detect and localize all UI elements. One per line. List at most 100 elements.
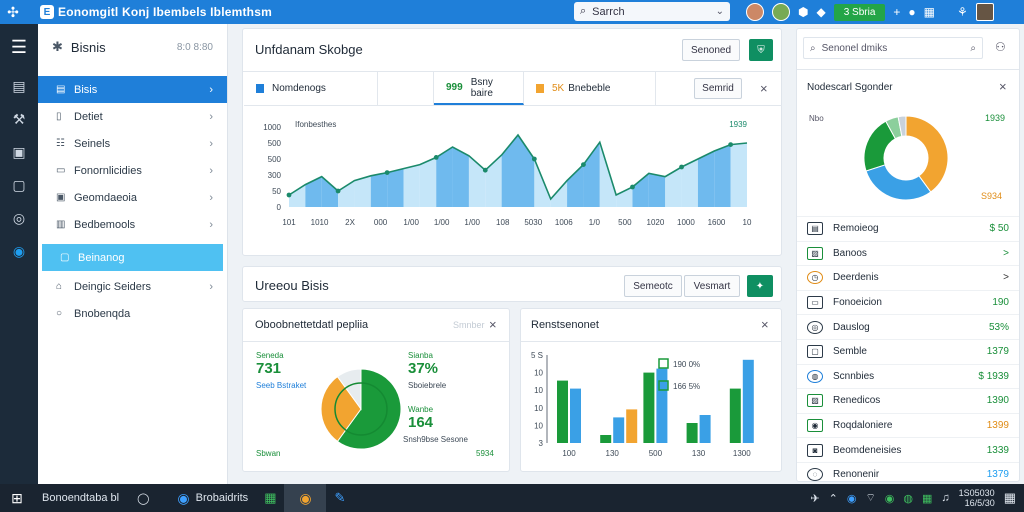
close-icon[interactable]: × [999,79,1007,94]
list-item[interactable]: ◌ Renonenir 1379 [797,461,1019,487]
area-segment [730,143,747,207]
user-share-icon[interactable]: ⚇ [995,40,1006,54]
magnifier-icon[interactable]: ⌕ [970,43,976,54]
avatar-secondary[interactable] [772,3,790,21]
stat3-label: Wanbe [408,405,434,414]
tab-bnebeble[interactable]: 5K Bnebeble [524,72,656,105]
windows-start-icon[interactable]: ⊞ [0,490,34,507]
list-item[interactable]: ▨ Renedicos 1390 [797,388,1019,413]
sidebar-item-label: Bisis [74,83,98,96]
document-icon[interactable]: ▣ [12,143,25,162]
chat-icon[interactable]: ◆ [816,5,825,19]
taskbar-app-1[interactable]: ◉ Brobaidrits [169,484,256,512]
top-search-value: Sarrch [592,5,625,18]
clipboard-icon[interactable]: ▢ [12,176,25,195]
list-item[interactable]: ◎ Dauslog 53% [797,314,1019,339]
avatar[interactable] [746,3,764,21]
list-item[interactable]: ◷ Deerdenis > [797,265,1019,290]
list-item[interactable]: ▨ Banoos > [797,240,1019,266]
profile-avatar[interactable] [975,3,994,21]
tab-bsny-baire[interactable]: 999 Bsny baire [434,72,524,105]
record-icon[interactable]: ● [908,5,915,19]
sidebar-item-fonornlicidies[interactable]: ▭ Fonornlicidies › [38,157,227,184]
network-icon[interactable]: ◉ [847,492,857,505]
senoned-button[interactable]: Senoned [682,39,740,61]
sidebar-item-seinels[interactable]: ☷ Seinels › [38,130,227,157]
right-panel-title: Nodescarl Sgonder [807,82,893,93]
chevron-right-icon: › [209,280,213,293]
plane-icon[interactable]: ✈ [810,492,819,505]
y-tick-label: 1000 [263,123,281,132]
list-item-label: Fonoeicion [833,297,882,309]
puzzle-icon[interactable]: ⬢ [798,5,808,19]
star-button[interactable]: ✦ [747,275,773,297]
bar [600,435,612,443]
list-item[interactable]: ◙ Beomdeneisies 1339 [797,437,1019,462]
list-item[interactable]: ◉ Roqdaloniere 1399 [797,412,1019,438]
sidebar-item-bedbemools[interactable]: ▥ Bedbemools › [38,211,227,238]
close-icon[interactable]: × [489,317,497,332]
globe-icon[interactable]: ◎ [13,209,25,228]
sidebar-item-geomdaeoia[interactable]: ▣ Geomdaeoia › [38,184,227,211]
list-item[interactable]: ◍ Scnnbies $ 1939 [797,363,1019,389]
shield-button[interactable]: ⛨ [749,39,773,61]
grid-tray-icon[interactable]: ▦ [1004,490,1016,506]
sidebar-header: ✱ Bisnis 8:0 8:80 [38,24,227,70]
taskbar-app-3[interactable]: ◉ [284,484,327,512]
taskbar-app-4[interactable]: ✎ [326,484,353,512]
hamburger-menu-icon[interactable]: ☰ [11,38,27,57]
grid-icon[interactable]: ▦ [924,5,935,19]
sheet-tray-icon[interactable]: ▦ [922,492,932,505]
chevron-right-icon: › [209,137,213,150]
update-icon[interactable]: ◍ [903,492,913,505]
tab-nomdenogs[interactable]: Nomdenogs [244,72,378,105]
x-tick-label: 2X [345,218,355,227]
vesmart-button[interactable]: Vesmart [684,275,740,297]
sidebar-item-beinanog[interactable]: ▢ Beinanog [42,244,223,271]
data-point [630,184,635,190]
taskbar-clock[interactable]: 1S05030 16/5/30 [959,488,995,508]
legend-label: 190 0% [673,360,700,369]
plus-icon[interactable]: + [893,5,900,19]
top-green-button[interactable]: 3 Sbria [833,3,886,21]
taskbar-label[interactable]: Bonoendtaba bl [34,492,127,504]
close-icon[interactable]: × [760,81,768,96]
area-segment [338,180,355,207]
area-segment [665,167,682,207]
stat1-sub: Seeb Bstraket [256,381,307,390]
list-item-label: Semble [833,346,867,358]
tools-icon[interactable]: ⚒ [13,110,26,129]
list-item[interactable]: ▤ Remoieog $ 50 [797,216,1019,241]
clock-icon: ◷ [807,271,823,285]
sidebar-item-deingic-seiders[interactable]: ⌂ Deingic Seiders › [38,273,227,300]
table-icon: ▤ [56,84,66,95]
app-logo-icon[interactable]: ✣ [0,0,26,24]
arrow-icon[interactable]: ⌃ [829,492,838,505]
taskbar-app-2[interactable]: ▦ [256,484,284,512]
chart-annotation-right: 1939 [729,120,747,129]
list-item[interactable]: ▭ Fonoeicion 190 [797,289,1019,315]
semrid-button[interactable]: Semrid [694,78,742,99]
close-icon[interactable]: × [761,317,769,332]
list-item[interactable]: ▢ Semble 1379 [797,338,1019,364]
info-icon[interactable]: ◉ [13,242,25,261]
right-search-box[interactable]: ⌕ Senonel dmiks ⌕ [803,37,983,59]
user-icon[interactable]: ⚘ [957,5,968,19]
search-icon[interactable]: ◯ [137,492,149,505]
volume-icon[interactable]: ♫ [941,492,949,504]
chart-annotation-left: Ifonbesthes [295,120,336,129]
chat-tray-icon[interactable]: ◉ [885,492,895,505]
sidebar-item-detiet[interactable]: ▯ Detiet › [38,103,227,130]
top-search-box[interactable]: ⌕ Sarrch ⌄ [574,2,730,21]
bar-panel: Renstsenonet × 5 S 10 10 10 10 3 100 130 500 130 1… [520,308,782,472]
sidebar-item-bnobenqda[interactable]: ○ Bnobenqda [38,300,227,327]
x-tick-label: 1006 [555,218,573,227]
sidebar-item-bisis[interactable]: ▤ Bisis › [38,76,227,103]
area-segment [321,176,339,207]
calendar-icon[interactable]: ▤ [12,77,25,96]
wifi-icon[interactable]: ⌔ [865,491,875,505]
semeotc-button[interactable]: Semeotc [624,275,682,297]
sidebar-item-label: Beinanog [78,251,125,264]
chevron-down-icon[interactable]: ⌄ [716,6,724,17]
x-tick-label: 100 [562,449,576,458]
